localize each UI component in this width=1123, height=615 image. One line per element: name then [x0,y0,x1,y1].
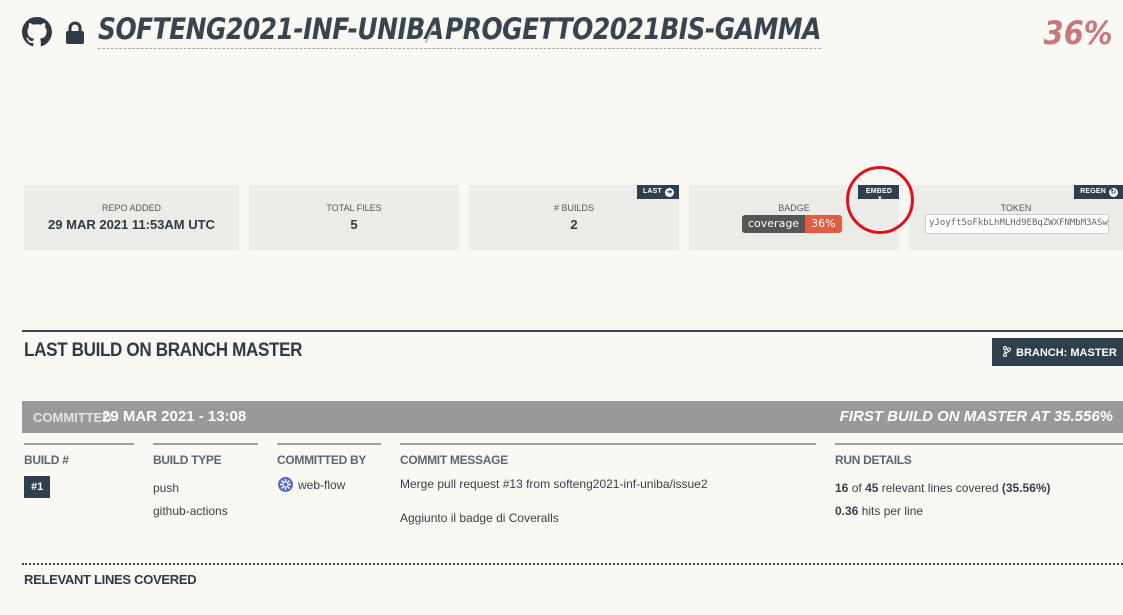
commit-message-line-2: Aggiunto il badge di Coveralls [400,511,559,525]
total-count: 45 [865,481,879,495]
build-type-push: push [153,481,180,495]
committed-by-column: COMMITTED BY web-flow [277,443,381,493]
committed-date: 29 MAR 2021 - 13:08 [102,408,247,425]
repo-name-link[interactable]: PROGETTO2021BIS-GAMMA [445,12,821,49]
commit-message-column: COMMIT MESSAGE Merge pull request #13 fr… [400,443,816,525]
section-divider [22,330,1123,332]
coverage-badge[interactable]: coverage 36% [742,215,842,233]
builds-value: 2 [570,217,578,232]
branch-selector-label: BRANCH: MASTER [1016,347,1117,359]
build-number-link[interactable]: #1 [24,476,51,498]
arrow-right-icon: ➔ [665,188,674,197]
committed-label: COMMITTED [33,410,112,425]
annotation-circle [846,166,914,234]
branch-icon [1003,346,1011,357]
coverage-percentage: 36% [1044,14,1113,52]
run-lines-covered: 16 of 45 relevant lines covered (35.56%) [835,481,1123,495]
hits-value: 0.36 [835,504,859,518]
run-details-label: RUN DETAILS [835,453,912,467]
last-build-button[interactable]: LAST ➔ [636,185,679,199]
covered-pct: (35.56%) [1001,481,1051,495]
badge-coverage-pct: 36% [805,215,842,233]
dotted-divider [22,563,1123,565]
avatar [278,477,293,492]
path-separator: / [426,22,433,49]
last-build-label: LAST [642,188,662,195]
build-number-column: BUILD # #1 [24,443,134,498]
covered-text: relevant lines covered [881,481,999,495]
github-icon[interactable] [22,17,52,47]
token-label: TOKEN [1000,203,1032,213]
repo-owner-link[interactable]: SOFTENG2021-INF-UNIBA [98,12,444,49]
run-hits-per-line: 0.36 hits per line [835,504,1123,518]
badge-coverage-text: coverage [742,215,806,233]
lock-icon [66,21,84,44]
branch-selector-button[interactable]: BRANCH: MASTER ▼ [992,338,1123,366]
repo-added-box: REPO ADDED 29 MAR 2021 11:53AM UTC [24,185,239,250]
repo-added-value: 29 MAR 2021 11:53AM UTC [48,217,215,232]
committed-by-label: COMMITTED BY [277,453,367,467]
regen-token-button[interactable]: REGEN ↻ [1074,185,1123,199]
build-type-label: BUILD TYPE [153,453,222,467]
repo-header: SOFTENG2021-INF-UNIBA / PROGETTO2021BIS-… [22,10,1113,54]
committed-bar: COMMITTED 29 MAR 2021 - 13:08 FIRST BUIL… [22,401,1123,433]
total-files-box: TOTAL FILES 5 [249,185,459,250]
refresh-icon: ↻ [1109,188,1118,197]
builds-box: LAST ➔ # BUILDS 2 [469,185,679,250]
token-field[interactable]: yJoyft5oFkbLhMLHd9EBqZWXFNMbM3ASw [925,214,1109,234]
committer-name[interactable]: web-flow [298,478,345,492]
commit-message-line-1: Merge pull request #13 from softeng2021-… [400,477,708,491]
build-type-column: BUILD TYPE push github-actions [153,443,258,518]
relevant-lines-title: RELEVANT LINES COVERED [24,572,197,587]
build-number-label: BUILD # [24,453,69,467]
commit-message-label: COMMIT MESSAGE [400,453,508,467]
regen-label: REGEN [1080,188,1106,195]
repo-added-label: REPO ADDED [101,203,161,213]
builds-label: # BUILDS [553,203,595,213]
last-build-title: LAST BUILD ON BRANCH MASTER [24,340,303,361]
first-build-text: FIRST BUILD ON MASTER AT 35.556% [839,408,1113,425]
of-text: of [851,481,862,495]
covered-count: 16 [835,481,849,495]
total-files-label: TOTAL FILES [326,203,382,213]
token-box: REGEN ↻ TOKEN yJoyft5oFkbLhMLHd9EBqZWXFNM… [909,185,1123,250]
run-details-column: RUN DETAILS 16 of 45 relevant lines cove… [835,443,1123,518]
total-files-value: 5 [350,217,358,232]
build-type-service: github-actions [153,504,228,518]
hits-text: hits per line [861,504,924,518]
